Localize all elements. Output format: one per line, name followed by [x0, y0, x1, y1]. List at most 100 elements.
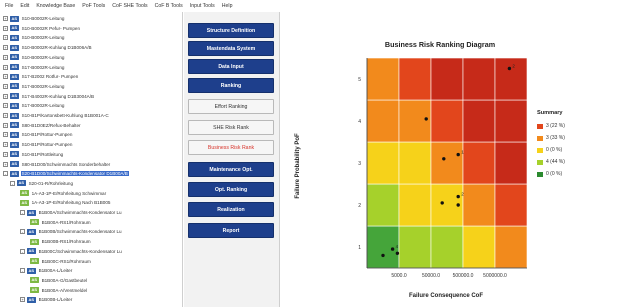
asset-type-icon: AS: [10, 34, 19, 41]
report-button[interactable]: Report: [188, 223, 274, 238]
menu-item-6[interactable]: Input Tools: [190, 3, 215, 9]
risk-cell: [494, 141, 528, 185]
opt-ranking-button[interactable]: Opt. Ranking: [188, 182, 274, 197]
expand-icon[interactable]: +: [3, 74, 8, 80]
tree-row[interactable]: - AS S20-01-R/Rohrleitung: [10, 180, 74, 187]
menu-item-3[interactable]: PoF Tools: [82, 3, 105, 9]
menu-item-4[interactable]: CoF SHE Tools: [112, 3, 147, 9]
expand-icon[interactable]: +: [3, 132, 8, 138]
tree-row[interactable]: + AS S10-B0002R-Leitung: [3, 54, 65, 61]
tree-row[interactable]: + AS S10-B1P/Rottleitung: [3, 151, 64, 158]
expand-icon[interactable]: +: [20, 297, 25, 303]
tree-row[interactable]: AS B1B00A-RS1/Rohrraum: [30, 219, 92, 226]
collapse-icon[interactable]: -: [20, 248, 25, 254]
menu-item-7[interactable]: Help: [222, 3, 233, 9]
tree-row[interactable]: AS B1B00C-RS1/Rohrraum: [30, 258, 92, 265]
expand-icon[interactable]: +: [3, 142, 8, 148]
expand-icon[interactable]: +: [3, 54, 8, 60]
expand-icon[interactable]: +: [3, 83, 8, 89]
tree-row[interactable]: + AS S17-B2002 Rotfur- Pumpen: [3, 73, 79, 80]
asset-tree[interactable]: + AS S10-B0002R-Leitung + AS S10-B0002R Pefur…: [0, 12, 183, 307]
tree-row[interactable]: AS B1B00B-RS1/Rohrraum: [30, 238, 92, 245]
tree-row[interactable]: + AS S10-B1P/Rottur-Pumpen: [3, 141, 73, 148]
data-input-button[interactable]: Data Input: [188, 59, 274, 74]
she-risk-rank-button[interactable]: SHE Risk Rank: [188, 120, 274, 135]
collapse-icon[interactable]: -: [20, 229, 25, 235]
risk-point: [381, 253, 385, 258]
expand-icon[interactable]: +: [3, 35, 8, 41]
expand-icon[interactable]: +: [3, 64, 8, 70]
business-risk-rank-button[interactable]: Business Risk Rank: [188, 140, 274, 155]
risk-cell: [430, 99, 464, 143]
risk-point: [395, 251, 400, 255]
tree-node-label: S10-B1P/Rottur-Pumpen: [21, 132, 73, 138]
tree-row[interactable]: - AS S20-B1D00/Schwimmachts-Kondensator D1…: [3, 170, 129, 177]
menu-item-1[interactable]: Edit: [20, 3, 29, 9]
risk-cell: [430, 141, 464, 185]
tree-row[interactable]: + AS S80-B1D0EZ/Refux-Behalter: [3, 122, 82, 129]
tree-row[interactable]: AS B1B00A-G/Gastbeutel: [30, 277, 88, 284]
tree-row[interactable]: - AS B1B00A/Schwimmachts-Kondensator Lu: [20, 209, 123, 216]
risk-cell: [462, 141, 496, 185]
tree-row[interactable]: + AS S10-B0002R Pefur- Pumpen: [3, 25, 81, 32]
tree-node-label: S80-B1D0EZ/Refux-Behalter: [21, 122, 81, 128]
expand-icon[interactable]: +: [3, 161, 8, 167]
realization-button[interactable]: Realization: [188, 202, 274, 217]
tree-row[interactable]: - AS B1B00A-L/Leiter: [20, 267, 73, 274]
tree-row[interactable]: + AS S10-B0002R-Kuhlung D1B006A/B: [3, 44, 93, 51]
expand-icon[interactable]: +: [3, 93, 8, 99]
tree-row[interactable]: + AS S80-B1D00/Schwimmachts Sonderbehalter: [3, 161, 111, 168]
collapse-icon[interactable]: -: [10, 180, 15, 186]
tree-row[interactable]: + AS S10-B0002R-Leitung: [3, 34, 65, 41]
tree-row[interactable]: + AS S17-B0002R-Leitung: [3, 102, 65, 109]
structure-definition-button[interactable]: Structure Definition: [188, 23, 274, 38]
expand-icon[interactable]: +: [3, 122, 8, 128]
expand-icon[interactable]: +: [3, 113, 8, 118]
risk-cell: [494, 99, 528, 143]
legend-title: Summary: [537, 110, 563, 116]
tree-row[interactable]: + AS S10-B1P/Rottur-Pumpen: [3, 131, 73, 138]
y-tick-label: 3: [358, 161, 361, 167]
expand-icon[interactable]: +: [3, 25, 8, 31]
tree-row[interactable]: - AS B1B00B/Schwimmachts-Kondensator Lu: [20, 228, 123, 235]
collapse-icon[interactable]: -: [3, 171, 8, 177]
ranking-button[interactable]: Ranking: [188, 78, 274, 93]
risk-cell: [462, 183, 496, 227]
risk-cell: [398, 225, 432, 269]
tree-node-label: B1B00A-A/Ventmeldel: [41, 287, 88, 293]
tree-node-label: S80-B1D00/Schwimmachts Sonderbehalter: [21, 161, 111, 167]
effort-ranking-button[interactable]: Effort Ranking: [188, 99, 274, 114]
tree-row[interactable]: + AS S17-B0002R-Leitung: [3, 64, 65, 71]
expand-icon[interactable]: +: [3, 151, 8, 157]
legend-label: 0 (0 %): [546, 171, 563, 177]
asset-type-icon: AS: [10, 141, 19, 148]
tree-row[interactable]: + AS S10-B0002R-Leitung: [3, 15, 65, 22]
x-tick-label: 5000000.0: [483, 273, 507, 279]
risk-cell: [430, 225, 464, 269]
tree-row[interactable]: AS 1A-A3-1P-E/Rohrleitung Nach B1B005: [20, 199, 111, 206]
tree-row[interactable]: - AS B1B00C/Schwimmachts-Kondensator Lu: [20, 248, 123, 255]
menu-item-0[interactable]: File: [5, 3, 13, 9]
collapse-icon[interactable]: -: [20, 210, 25, 215]
expand-icon[interactable]: +: [3, 103, 8, 109]
asset-type-icon: AS: [10, 54, 19, 61]
collapse-icon[interactable]: -: [20, 268, 25, 274]
tree-row[interactable]: + AS S17-B4002R-Kuhlung D1B3004A/B: [3, 93, 95, 100]
risk-matrix-chart: 123455000.0 50000.0 500000.0 5000000.04122: [358, 57, 528, 279]
asset-type-icon: AS: [10, 151, 19, 158]
menu-item-5[interactable]: CoF B Tools: [155, 3, 183, 9]
menu-item-2[interactable]: Knowledge Base: [36, 3, 75, 9]
expand-icon[interactable]: +: [3, 16, 8, 21]
tree-row[interactable]: AS B1B00A-A/Ventmeldel: [30, 287, 88, 294]
tree-row[interactable]: + AS B1B00B-L/Leiter: [20, 296, 73, 303]
tree-row[interactable]: + AS S17-B0002R-Leitung: [3, 83, 65, 90]
tree-row[interactable]: AS 1A-A3-1P-E/Rohrleitung Schwimmar: [20, 190, 107, 197]
legend-label: 3 (22 %): [546, 123, 565, 129]
expand-icon[interactable]: +: [3, 45, 8, 51]
mastendata-system-button[interactable]: Mastendata System: [188, 41, 274, 56]
asset-type-icon: AS: [10, 15, 19, 22]
y-tick-label: 2: [358, 203, 361, 209]
maintenance-opt-button[interactable]: Maintenance Opt.: [188, 162, 274, 177]
asset-type-icon: AS: [10, 83, 19, 90]
tree-row[interactable]: + AS S10-B1P/Kartonsbett-Kuhlung B1B001A-C: [3, 112, 110, 119]
